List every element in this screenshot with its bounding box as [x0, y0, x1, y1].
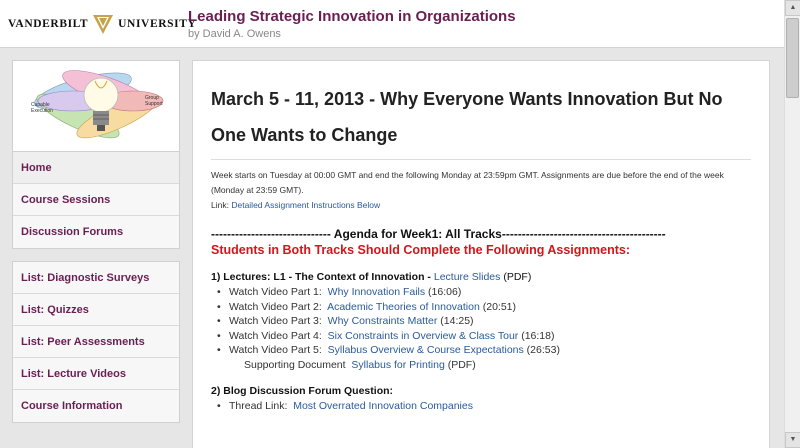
sidebar-item-course-information[interactable]: Course Information [13, 390, 179, 422]
svg-text:Support: Support [145, 101, 163, 107]
link-prefix: Link: [211, 200, 229, 210]
video-part-5-link[interactable]: Syllabus Overview & Course Expectations [328, 344, 524, 356]
lecture-slides-suffix: (PDF) [503, 271, 532, 283]
page-title: March 5 - 11, 2013 - Why Everyone Wants … [211, 89, 723, 145]
thread-link[interactable]: Most Overrated Innovation Companies [293, 400, 473, 412]
list-item: Watch Video Part 1: Why Innovation Fails… [217, 285, 751, 300]
sidebar-item-diagnostic-surveys[interactable]: List: Diagnostic Surveys [13, 262, 179, 294]
supporting-prefix: Supporting Document [244, 358, 346, 371]
sidebar-item-peer-assessments[interactable]: List: Peer Assessments [13, 326, 179, 358]
item-prefix: Watch Video Part 5: [229, 344, 322, 356]
sidebar-item-course-sessions[interactable]: Course Sessions [13, 184, 179, 216]
detailed-instructions-link[interactable]: Detailed Assignment Instructions Below [231, 200, 380, 210]
vertical-scrollbar[interactable]: ▲ ▼ [784, 0, 800, 448]
list-item: Watch Video Part 3: Why Constraints Matt… [217, 314, 751, 329]
sidebar-item-quizzes[interactable]: List: Quizzes [13, 294, 179, 326]
item-duration: (14:25) [440, 315, 474, 327]
item-duration: (20:51) [482, 300, 517, 313]
blog-thread-list: Thread Link: Most Overrated Innovation C… [217, 399, 751, 414]
item-prefix: Thread Link: [229, 400, 288, 412]
agenda-heading: ------------------------------ Agenda fo… [211, 227, 666, 241]
list-item: Watch Video Part 5: Syllabus Overview & … [217, 343, 751, 358]
video-part-2-link[interactable]: Academic Theories of Innovation [327, 301, 480, 313]
course-title[interactable]: Leading Strategic Innovation in Organiza… [188, 8, 516, 25]
course-author: by David A. Owens [188, 28, 281, 40]
svg-text:Execution: Execution [31, 108, 53, 114]
logo-text-right: UNIVERSITY [118, 18, 197, 30]
sidebar-item-home[interactable]: Home [13, 152, 179, 184]
scroll-down-icon[interactable]: ▼ [785, 432, 800, 448]
vanderbilt-logo[interactable]: VANDERBILT UNIVERSITY [8, 13, 196, 35]
lecture-video-list: Watch Video Part 1: Why Innovation Fails… [217, 285, 751, 358]
item-duration: (16:06) [428, 286, 462, 298]
lecture-slides-link[interactable]: Lecture Slides [434, 271, 501, 283]
course-diagram-image: Capable Execution Group Support [12, 60, 180, 152]
item-prefix: Watch Video Part 2: [229, 300, 322, 313]
assignments-heading: Students in Both Tracks Should Complete … [211, 243, 631, 257]
video-part-3-link[interactable]: Why Constraints Matter [328, 315, 438, 327]
syllabus-printing-link[interactable]: Syllabus for Printing [351, 359, 444, 371]
scroll-up-icon[interactable]: ▲ [785, 0, 800, 16]
lightbulb-diagram-icon: Capable Execution Group Support [31, 70, 164, 139]
item-duration: (16:18) [521, 329, 555, 342]
sidebar-nav-primary: Home Course Sessions Discussion Forums [12, 152, 180, 249]
sidebar-item-lecture-videos[interactable]: List: Lecture Videos [13, 358, 179, 390]
item-prefix: Watch Video Part 3: [229, 315, 322, 327]
supporting-suffix: (PDF) [447, 358, 476, 371]
supporting-document-line: Supporting Document Syllabus for Printin… [211, 358, 751, 373]
item-prefix: Watch Video Part 4: [229, 329, 322, 342]
lectures-title-text: 1) Lectures: L1 - The Context of Innovat… [211, 271, 431, 283]
list-item: Watch Video Part 2: Academic Theories of… [217, 300, 751, 315]
video-part-4-link[interactable]: Six Constraints in Overview & Class Tour [328, 330, 519, 342]
sidebar: Capable Execution Group Support Home Cou… [12, 60, 180, 423]
sidebar-item-discussion-forums[interactable]: Discussion Forums [13, 216, 179, 248]
scroll-thumb[interactable] [786, 18, 799, 98]
item-prefix: Watch Video Part 1: [229, 286, 322, 298]
week-intro-text: Week starts on Tuesday at 00:00 GMT and … [211, 170, 724, 195]
item-duration: (26:53) [526, 344, 560, 356]
main-content: March 5 - 11, 2013 - Why Everyone Wants … [192, 60, 770, 448]
vanderbilt-v-icon [93, 15, 114, 34]
video-part-1-link[interactable]: Why Innovation Fails [328, 286, 425, 298]
site-header: VANDERBILT UNIVERSITY Leading Strategic … [0, 0, 784, 48]
logo-text-left: VANDERBILT [8, 18, 89, 30]
list-item: Thread Link: Most Overrated Innovation C… [217, 399, 751, 414]
lectures-section-title: 1) Lectures: L1 - The Context of Innovat… [211, 270, 751, 284]
title-divider [211, 159, 751, 160]
list-item: Watch Video Part 4: Six Constraints in O… [217, 329, 751, 344]
sidebar-nav-secondary: List: Diagnostic Surveys List: Quizzes L… [12, 261, 180, 423]
instructions-link-line: Link: Detailed Assignment Instructions B… [211, 198, 751, 213]
blog-section-title: 2) Blog Discussion Forum Question: [211, 385, 394, 397]
